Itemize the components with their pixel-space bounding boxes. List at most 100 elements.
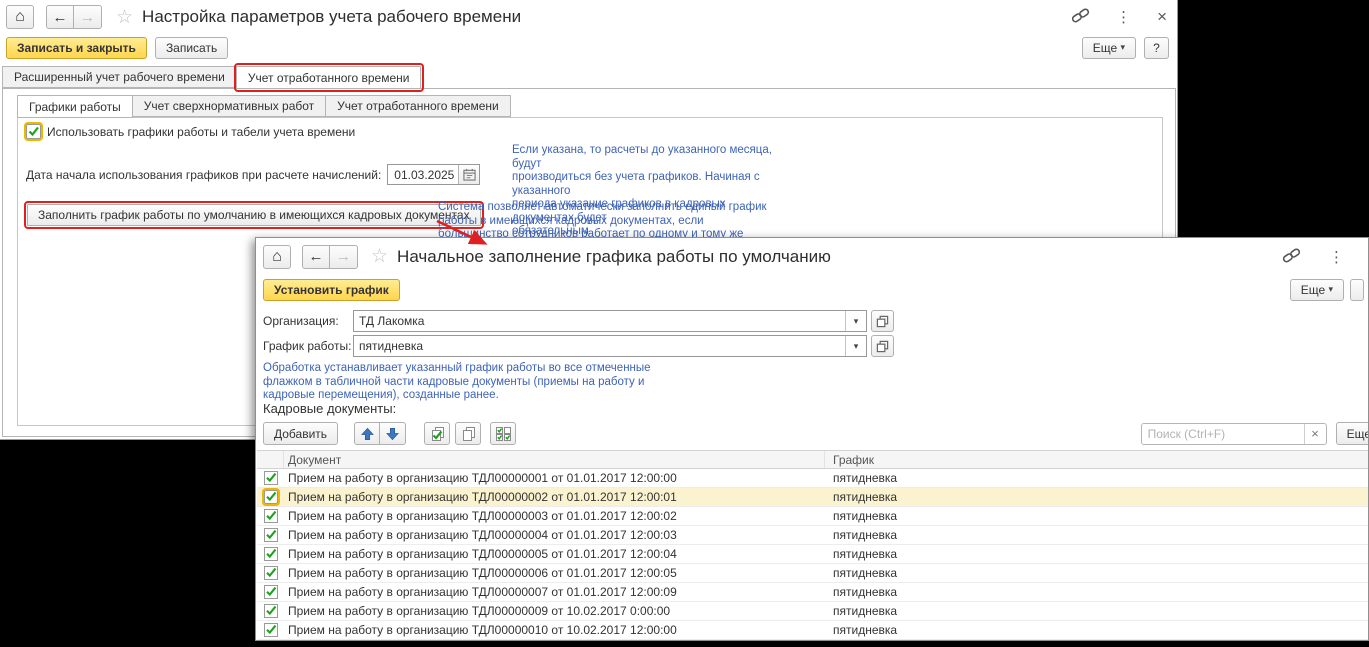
schedule-cell: пятидневка	[825, 526, 1368, 544]
table-row[interactable]: Прием на работу в организацию ТДЛ0000000…	[257, 602, 1368, 621]
move-down-icon[interactable]	[380, 422, 406, 445]
use-schedules-row: Использовать графики работы и табели уче…	[26, 124, 355, 139]
chevron-down-icon[interactable]: ▾	[845, 336, 866, 356]
document-cell: Прием на работу в организацию ТДЛ0000000…	[284, 469, 825, 487]
open-schedule-icon[interactable]	[871, 335, 894, 357]
document-cell: Прием на работу в организацию ТДЛ0000001…	[284, 621, 825, 639]
schedule-cell: пятидневка	[825, 583, 1368, 601]
header-checkbox-column[interactable]	[257, 451, 284, 468]
more-menu-icon[interactable]: ⋮	[1329, 248, 1344, 266]
table-row[interactable]: Прием на работу в организацию ТДЛ0000000…	[257, 507, 1368, 526]
schedule-cell: пятидневка	[825, 469, 1368, 487]
schedule-start-date-label: Дата начала использования графиков при р…	[26, 168, 381, 182]
set-schedule-button[interactable]: Установить график	[263, 279, 400, 301]
schedule-cell: пятидневка	[825, 488, 1368, 506]
favorite-star-icon[interactable]: ☆	[116, 8, 133, 27]
back-icon[interactable]: ←	[302, 245, 330, 269]
document-cell: Прием на работу в организацию ТДЛ0000000…	[284, 545, 825, 563]
main-tabs: Расширенный учет рабочего времени Учет о…	[2, 66, 421, 88]
add-button[interactable]: Добавить	[263, 422, 338, 445]
home-icon[interactable]: ⌂	[6, 5, 34, 29]
dialog-titlebar: ⌂ ← → ☆ Начальное заполнение графика раб…	[263, 243, 1362, 270]
row-checkbox[interactable]	[264, 585, 278, 599]
search-clear-icon[interactable]: ×	[1304, 424, 1326, 444]
documents-table: Документ График Прием на работу в органи…	[257, 450, 1368, 639]
check-all-icon[interactable]	[424, 422, 450, 445]
table-more-button[interactable]: Еще	[1336, 422, 1369, 445]
home-icon[interactable]: ⌂	[263, 245, 291, 269]
table-body: Прием на работу в организацию ТДЛ0000000…	[257, 469, 1368, 640]
move-up-icon[interactable]	[354, 422, 380, 445]
chevron-down-icon[interactable]: ▾	[845, 311, 866, 331]
sub-tabs: Графики работы Учет сверхнормативных раб…	[17, 95, 511, 117]
tab-worked-time-accounting[interactable]: Учет отработанного времени	[237, 66, 422, 89]
table-row[interactable]: Прием на работу в организацию ТДЛ0000000…	[257, 488, 1368, 507]
row-checkbox[interactable]	[264, 604, 278, 618]
history-nav: ← →	[46, 5, 102, 29]
document-cell: Прием на работу в организацию ТДЛ0000000…	[284, 583, 825, 601]
schedule-value: пятидневка	[354, 336, 845, 356]
schedule-start-date-field[interactable]: 01.03.2025	[387, 164, 480, 185]
tab-extended-time-accounting[interactable]: Расширенный учет рабочего времени	[2, 66, 237, 88]
subtab-work-schedules[interactable]: Графики работы	[17, 95, 133, 118]
schedule-cell: пятидневка	[825, 564, 1368, 582]
header-schedule[interactable]: График	[825, 451, 1368, 468]
save-button[interactable]: Записать	[155, 37, 228, 59]
row-checkbox[interactable]	[264, 509, 278, 523]
invert-checks-icon[interactable]	[490, 422, 516, 445]
clipped-button[interactable]	[1350, 279, 1364, 301]
subtab-overtime-work[interactable]: Учет сверхнормативных работ	[133, 95, 326, 117]
search-field[interactable]: ×	[1141, 423, 1327, 445]
more-menu-icon[interactable]: ⋮	[1116, 8, 1131, 26]
dialog-window: ⌂ ← → ☆ Начальное заполнение графика раб…	[255, 237, 1369, 641]
schedule-label: График работы:	[263, 339, 353, 353]
history-nav: ← →	[302, 245, 358, 269]
subtab-worked-time[interactable]: Учет отработанного времени	[326, 95, 511, 117]
table-row[interactable]: Прием на работу в организацию ТДЛ0000000…	[257, 564, 1368, 583]
schedule-field[interactable]: пятидневка ▾	[353, 335, 867, 357]
fill-default-schedule-button[interactable]: Заполнить график работы по умолчанию в и…	[27, 204, 481, 226]
dialog-command-bar: Установить график Еще ▾	[263, 278, 1368, 301]
row-checkbox[interactable]	[264, 490, 278, 504]
forward-icon[interactable]: →	[330, 245, 358, 269]
close-icon[interactable]: ×	[1157, 7, 1167, 27]
document-cell: Прием на работу в организацию ТДЛ0000000…	[284, 564, 825, 582]
organization-field[interactable]: ТД Лакомка ▾	[353, 310, 867, 332]
table-row[interactable]: Прием на работу в организацию ТДЛ0000000…	[257, 526, 1368, 545]
favorite-star-icon[interactable]: ☆	[371, 247, 388, 266]
organization-row: Организация: ТД Лакомка ▾	[263, 310, 894, 332]
uncheck-all-icon[interactable]	[455, 422, 481, 445]
help-button[interactable]: ?	[1144, 37, 1169, 59]
table-row[interactable]: Прием на работу в организацию ТДЛ0000000…	[257, 583, 1368, 602]
main-command-bar: Записать и закрыть Записать Еще ▾ ?	[6, 36, 1169, 59]
table-row[interactable]: Прием на работу в организацию ТДЛ0000000…	[257, 545, 1368, 564]
table-row[interactable]: Прием на работу в организацию ТДЛ0000001…	[257, 621, 1368, 640]
use-schedules-checkbox[interactable]	[26, 124, 41, 139]
row-checkbox[interactable]	[264, 623, 278, 637]
organization-label: Организация:	[263, 314, 353, 328]
search-input[interactable]	[1142, 424, 1304, 444]
chevron-down-icon: ▾	[1120, 42, 1125, 53]
row-checkbox[interactable]	[264, 547, 278, 561]
row-checkbox[interactable]	[264, 566, 278, 580]
back-icon[interactable]: ←	[46, 5, 74, 29]
calendar-icon[interactable]	[458, 165, 479, 184]
documents-toolbar: Добавить	[263, 421, 1368, 446]
forward-icon[interactable]: →	[74, 5, 102, 29]
save-and-close-button[interactable]: Записать и закрыть	[6, 37, 147, 59]
header-document[interactable]: Документ	[284, 451, 825, 468]
row-checkbox[interactable]	[264, 528, 278, 542]
screen: ⌂ ← → ☆ Настройка параметров учета рабоч…	[0, 0, 1369, 647]
row-checkbox[interactable]	[264, 471, 278, 485]
link-icon[interactable]	[1282, 246, 1301, 268]
schedule-cell: пятидневка	[825, 621, 1368, 639]
main-window-title: Настройка параметров учета рабочего врем…	[142, 7, 521, 27]
main-window-titlebar: ⌂ ← → ☆ Настройка параметров учета рабоч…	[6, 4, 1169, 30]
table-row[interactable]: Прием на работу в организацию ТДЛ0000000…	[257, 469, 1368, 488]
open-organization-icon[interactable]	[871, 310, 894, 332]
use-schedules-label: Использовать графики работы и табели уче…	[47, 125, 355, 139]
dialog-more-button[interactable]: Еще ▾	[1290, 279, 1344, 301]
schedule-start-date-row: Дата начала использования графиков при р…	[26, 164, 480, 185]
more-button[interactable]: Еще ▾	[1082, 37, 1136, 59]
link-icon[interactable]	[1071, 6, 1090, 28]
